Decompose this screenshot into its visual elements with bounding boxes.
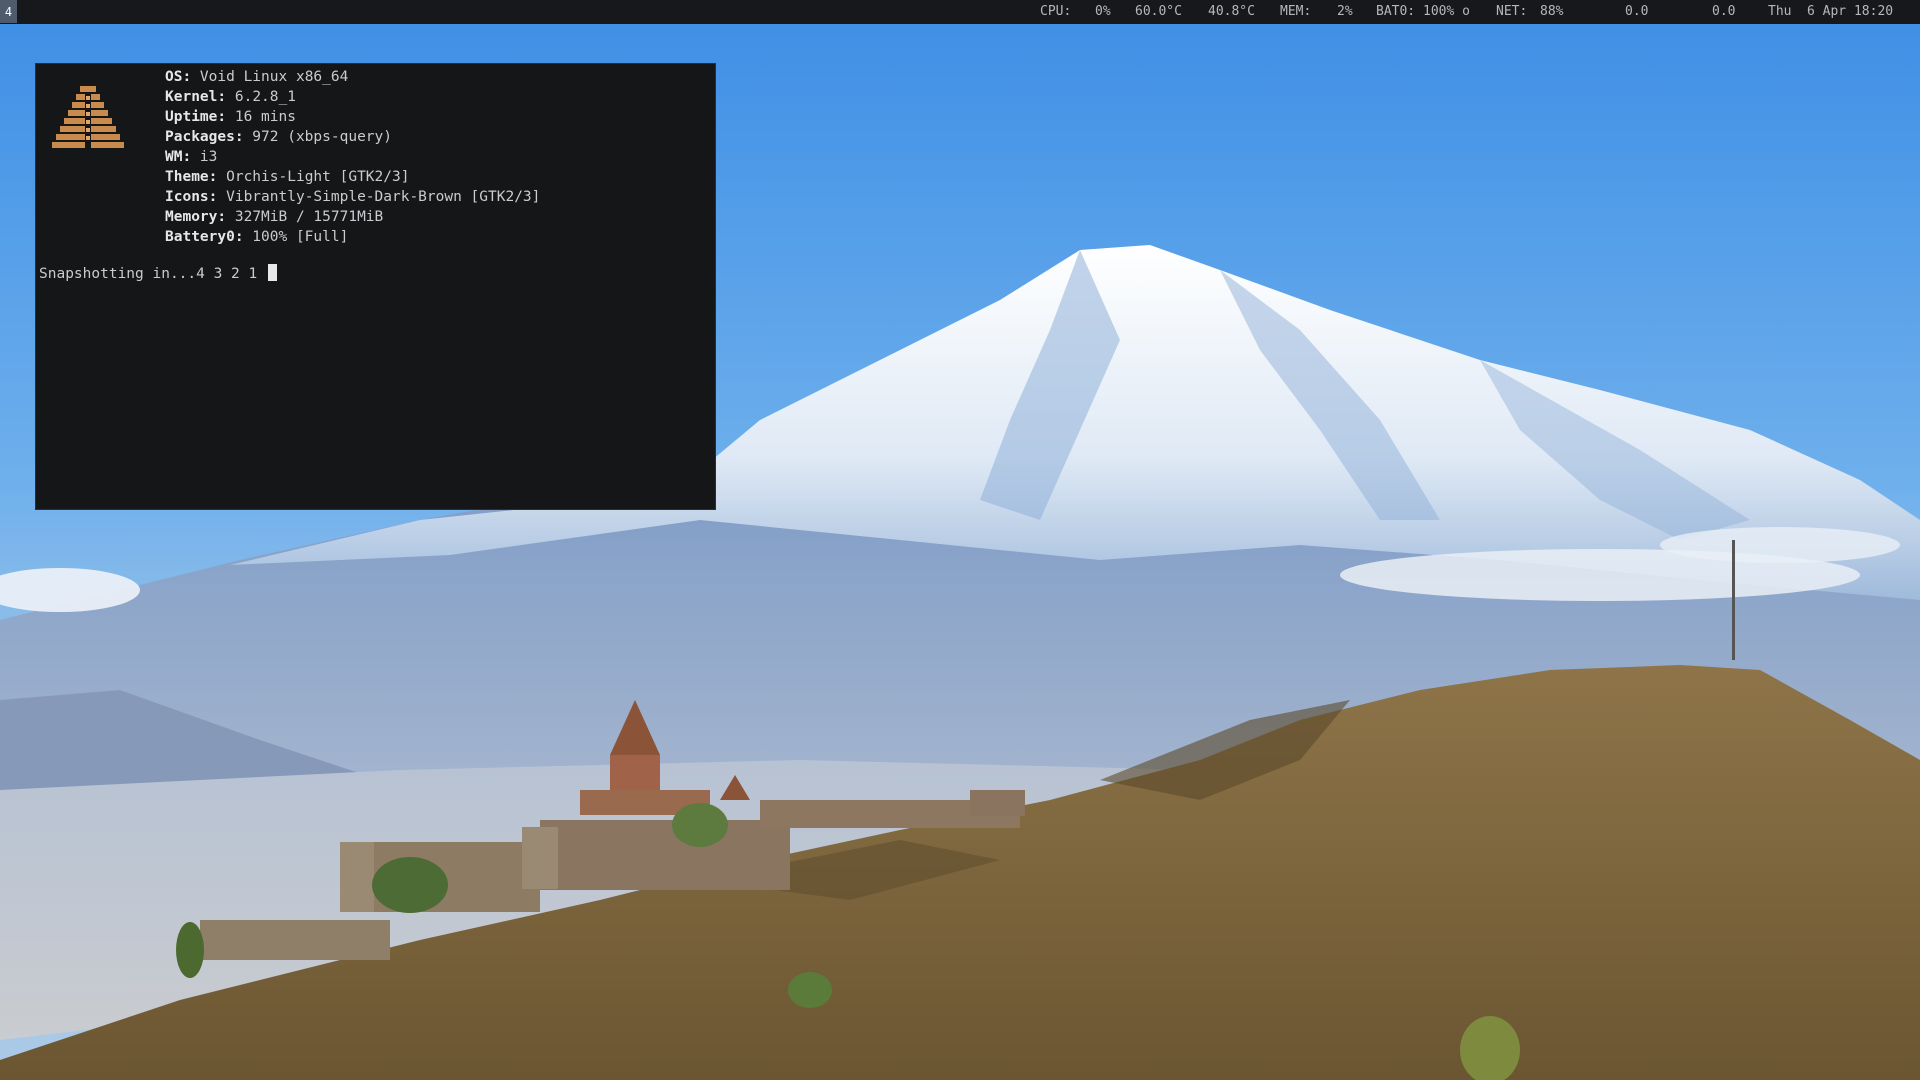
cpu-label: CPU: [1040, 4, 1072, 19]
workspace-indicator[interactable]: 4 [0, 0, 17, 23]
memory-label: MEM: [1280, 4, 1312, 19]
system-info: OS: Void Linux x86_64 Kernel: 6.2.8_1 Up… [165, 67, 540, 247]
cpu-usage: 0% [1095, 4, 1111, 19]
battery-status: 100% o [1423, 4, 1470, 19]
info-theme: Theme: Orchis-Light [GTK2/3] [165, 169, 410, 185]
snapshot-countdown-line: Snapshotting in...4 3 2 1 [39, 264, 277, 284]
info-memory: Memory: 327MiB / 15771MiB [165, 209, 384, 225]
memory-usage: 2% [1337, 4, 1353, 19]
day-of-week: Thu [1768, 4, 1792, 19]
pyramid-logo-icon [52, 86, 124, 148]
secondary-temperature: 40.8°C [1208, 4, 1255, 19]
cpu-temperature: 60.0°C [1135, 4, 1182, 19]
clock[interactable]: 6 Apr 18:20 [1807, 0, 1893, 24]
top-status-bar: 4 CPU: 0% 60.0°C 40.8°C MEM: 2% BAT0: 10… [0, 0, 1920, 24]
network-upload-rate: 0.0 [1712, 4, 1736, 19]
battery-label: BAT0: [1376, 4, 1416, 19]
info-wm: WM: i3 [165, 149, 218, 165]
info-kernel: Kernel: 6.2.8_1 [165, 89, 296, 105]
terminal-window[interactable]: OS: Void Linux x86_64 Kernel: 6.2.8_1 Up… [35, 63, 716, 510]
text-cursor [267, 264, 277, 281]
info-icons: Icons: Vibrantly-Simple-Dark-Brown [GTK2… [165, 189, 541, 205]
network-label: NET: [1496, 4, 1528, 19]
info-packages: Packages: 972 (xbps-query) [165, 129, 392, 145]
info-battery: Battery0: 100% [Full] [165, 229, 349, 245]
network-download-rate: 0.0 [1625, 4, 1649, 19]
info-os: OS: Void Linux x86_64 [165, 69, 349, 85]
snapshot-text: Snapshotting in...4 3 2 1 [39, 266, 266, 282]
network-signal: 88% [1540, 4, 1564, 19]
info-uptime: Uptime: 16 mins [165, 109, 296, 125]
